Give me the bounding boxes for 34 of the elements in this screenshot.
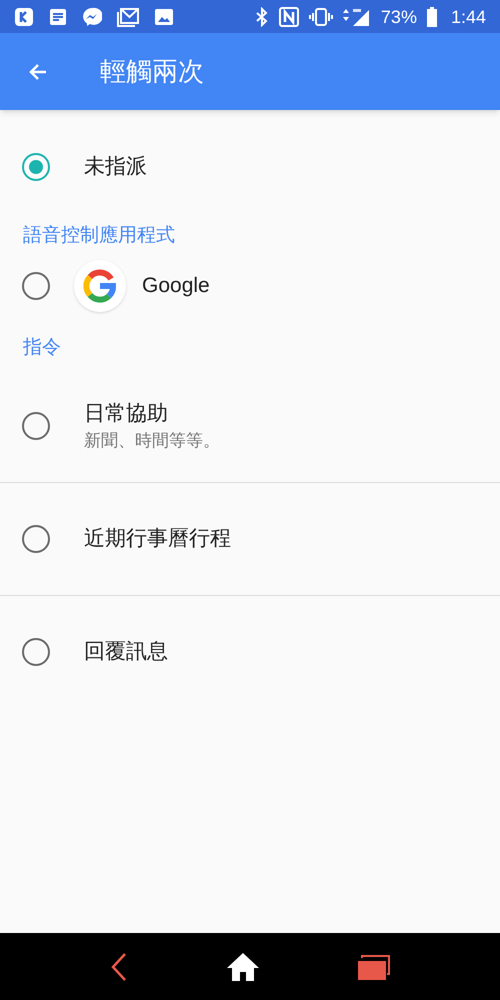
radio-option[interactable]: 未指派 (0, 132, 500, 202)
section-header: 語音控制應用程式 (23, 224, 175, 248)
section-header: 指令 (23, 336, 61, 360)
clock-time: 1:44 (450, 8, 486, 26)
google-logo-icon (82, 268, 118, 304)
message-icon (48, 6, 68, 26)
nfc-icon (278, 6, 299, 26)
radio-option[interactable]: Google (0, 258, 500, 314)
radio-button[interactable] (22, 525, 50, 553)
option-label: 日常協助 (84, 401, 169, 428)
radio-option[interactable]: 近期行事曆行程 (0, 483, 500, 595)
radio-button[interactable] (22, 412, 50, 440)
back-icon[interactable] (108, 952, 129, 982)
option-label: Google (142, 272, 210, 299)
mail-icon (116, 6, 140, 26)
radio-button[interactable] (22, 272, 50, 300)
radio-option[interactable]: 回覆訊息 (0, 596, 500, 708)
bluetooth-icon (254, 6, 269, 26)
radio-option[interactable]: 日常協助 新聞、時間等等。 (0, 370, 500, 482)
battery-icon (426, 6, 437, 26)
option-subtitle: 新聞、時間等等。 (84, 430, 220, 451)
option-label: 回覆訊息 (84, 638, 168, 665)
signal-icon (342, 6, 371, 26)
app-notification-icon (14, 6, 34, 26)
option-label: 未指派 (84, 154, 147, 180)
radio-button[interactable] (22, 638, 50, 666)
option-label: 近期行事曆行程 (84, 526, 231, 552)
vibrate-icon (308, 6, 333, 26)
screen-title: 輕觸兩次 (100, 55, 204, 88)
radio-button[interactable] (22, 153, 50, 181)
image-icon (154, 6, 174, 26)
battery-percentage: 73% (380, 8, 417, 26)
messenger-icon (82, 6, 102, 26)
home-icon[interactable] (226, 952, 260, 982)
